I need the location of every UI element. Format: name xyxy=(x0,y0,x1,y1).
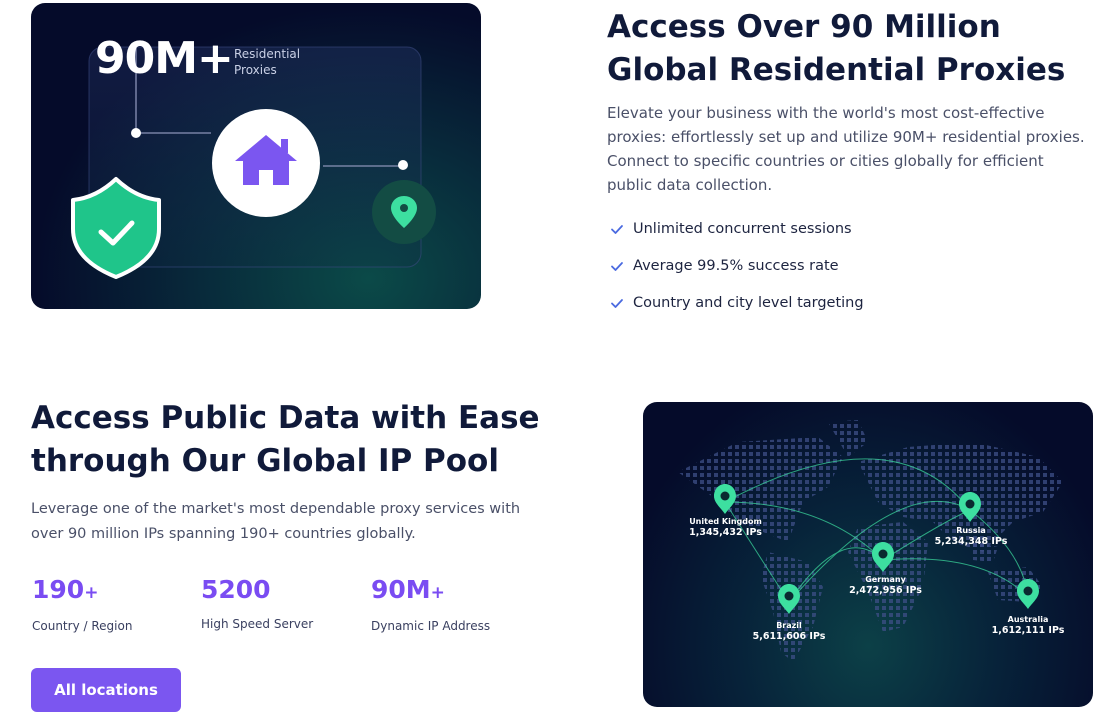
location-germany: Germany 2,472,956 IPs xyxy=(849,575,922,596)
stat-label: Country / Region xyxy=(32,619,133,633)
location-brazil: Brazil 5,611,606 IPs xyxy=(752,621,826,642)
hero-big-stat: 90M+ xyxy=(95,33,234,84)
stat-countries: 190+ Country / Region xyxy=(32,574,132,633)
world-map-graphic xyxy=(678,420,1063,662)
feature-list: Unlimited concurrent sessions Average 99… xyxy=(609,210,864,321)
stat-label: Dynamic IP Address xyxy=(371,619,491,633)
location-united-kingdom: United Kingdom 1,345,432 IPs xyxy=(689,517,762,538)
check-icon xyxy=(611,224,623,234)
check-icon xyxy=(611,261,623,271)
location-pin-icon xyxy=(372,180,436,244)
stat-ips: 90M+ Dynamic IP Address xyxy=(371,574,490,633)
stat-value: 190+ xyxy=(32,575,99,604)
feature-text: Country and city level targeting xyxy=(633,294,864,311)
stat-label: High Speed Server xyxy=(201,617,314,631)
world-map-illustration: United Kingdom 1,345,432 IPs Russia 5,23… xyxy=(643,402,1093,707)
section2-title: Access Public Data with Ease through Our… xyxy=(31,400,540,479)
stat-value: 90M+ xyxy=(371,575,445,604)
location-russia: Russia 5,234,348 IPs xyxy=(934,526,1008,547)
connector-dot-right xyxy=(398,160,408,170)
section1-title: Access Over 90 Million Global Residentia… xyxy=(607,9,1066,88)
section1-description: Elevate your business with the world's m… xyxy=(607,104,1085,194)
section2-description: Leverage one of the market's most depend… xyxy=(31,501,521,542)
map-pin-icon-australia xyxy=(1017,579,1039,609)
stat-servers: 5200 High Speed Server xyxy=(201,574,313,631)
all-locations-button[interactable]: All locations xyxy=(31,668,181,712)
house-icon xyxy=(212,109,320,217)
feature-text: Average 99.5% success rate xyxy=(633,257,839,274)
feature-item: Average 99.5% success rate xyxy=(609,247,864,284)
feature-item: Unlimited concurrent sessions xyxy=(609,210,864,247)
hero-stat-caption: Residential Proxies xyxy=(234,47,301,77)
check-icon xyxy=(611,298,623,308)
stat-value: 5200 xyxy=(201,575,271,604)
residential-proxies-illustration: 90M+ Residential Proxies xyxy=(31,3,481,309)
connector-dot-left xyxy=(131,128,141,138)
location-australia: Australia 1,612,111 IPs xyxy=(991,615,1065,636)
feature-text: Unlimited concurrent sessions xyxy=(633,220,852,237)
feature-item: Country and city level targeting xyxy=(609,284,864,321)
